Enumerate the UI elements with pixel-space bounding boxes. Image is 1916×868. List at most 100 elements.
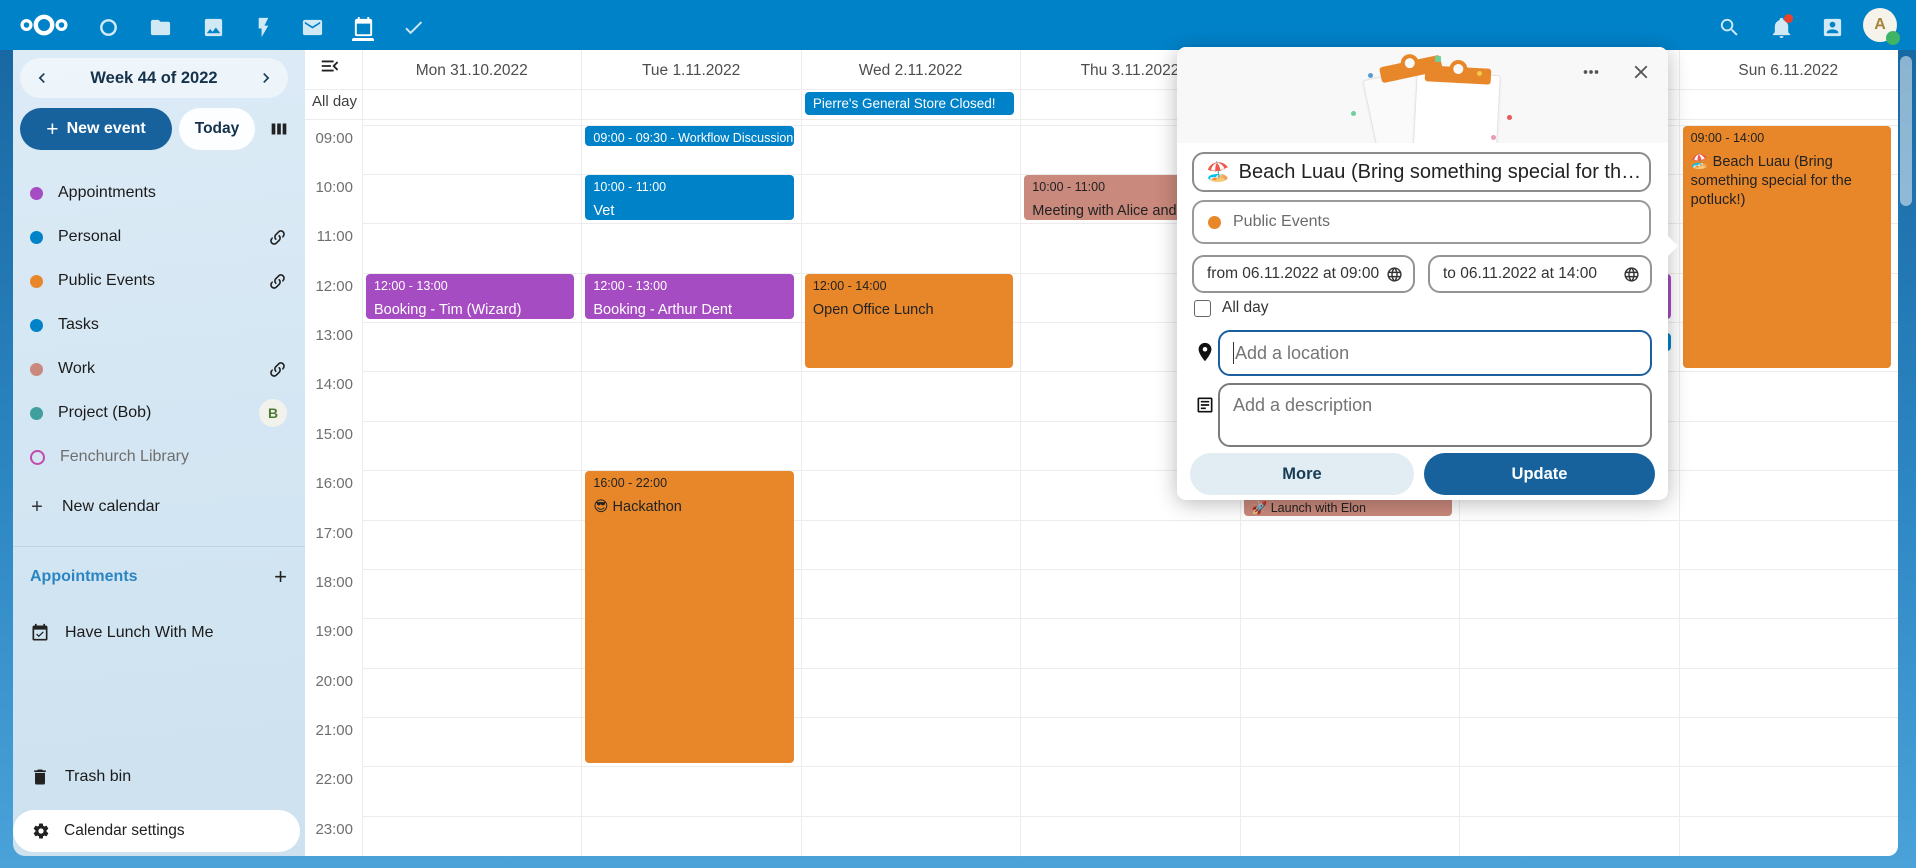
sidebar-calendar-item[interactable]: Tasks bbox=[13, 303, 305, 347]
event-time: 16:00 - 22:00 bbox=[585, 471, 793, 491]
timezone-globe-icon[interactable] bbox=[1623, 266, 1640, 283]
start-datetime-value: from 06.11.2022 at 09:00 bbox=[1207, 265, 1379, 283]
files-icon[interactable] bbox=[146, 13, 174, 41]
sidebar-calendar-item[interactable]: Fenchurch Library bbox=[13, 435, 305, 479]
more-options-icon[interactable] bbox=[1578, 59, 1604, 85]
calendar-icon[interactable] bbox=[349, 13, 377, 41]
location-placeholder: Add a location bbox=[1235, 343, 1349, 364]
calendar-color-dot bbox=[30, 231, 43, 244]
event-title-input[interactable]: 🏖️ Beach Luau (Bring something special f… bbox=[1192, 152, 1651, 192]
event-popup: 🏖️ Beach Luau (Bring something special f… bbox=[1177, 47, 1668, 500]
gear-icon bbox=[32, 822, 50, 840]
calendar-color-dot bbox=[30, 363, 43, 376]
event-title: 😎 Hackathon bbox=[585, 491, 793, 517]
search-icon[interactable] bbox=[1715, 13, 1743, 41]
topbar: A bbox=[0, 0, 1916, 50]
hour-label: 19:00 bbox=[305, 623, 353, 640]
calendar-select-value: Public Events bbox=[1233, 213, 1330, 231]
calendar-color-dot bbox=[30, 275, 43, 288]
previous-week-button[interactable] bbox=[26, 62, 58, 94]
timezone-globe-icon[interactable] bbox=[1386, 266, 1403, 283]
location-input[interactable]: Add a location bbox=[1218, 330, 1652, 376]
activity-icon[interactable] bbox=[249, 13, 277, 41]
new-calendar-button[interactable]: + New calendar bbox=[13, 485, 305, 529]
event-time: 12:00 - 13:00 bbox=[366, 274, 574, 294]
event-time: 12:00 - 13:00 bbox=[585, 274, 793, 294]
column-border bbox=[581, 50, 582, 856]
calendar-event[interactable]: 16:00 - 22:00😎 Hackathon bbox=[585, 471, 793, 763]
dashboard-icon[interactable] bbox=[94, 13, 122, 41]
hour-label: 14:00 bbox=[305, 376, 353, 393]
new-calendar-label: New calendar bbox=[62, 498, 160, 516]
end-datetime-field[interactable]: to 06.11.2022 at 14:00 bbox=[1428, 255, 1652, 293]
start-datetime-field[interactable]: from 06.11.2022 at 09:00 bbox=[1192, 255, 1415, 293]
calendar-color-ring bbox=[30, 450, 45, 465]
calendar-event[interactable]: 12:00 - 13:00Booking - Tim (Wizard) bbox=[366, 274, 574, 319]
appointment-item[interactable]: Have Lunch With Me bbox=[13, 611, 305, 655]
tasks-icon[interactable] bbox=[399, 13, 427, 41]
next-week-button[interactable] bbox=[250, 62, 282, 94]
event-title: Booking - Arthur Dent bbox=[585, 294, 793, 319]
column-border bbox=[1679, 50, 1680, 856]
sidebar-calendar-item[interactable]: Personal bbox=[13, 215, 305, 259]
description-input[interactable]: Add a description bbox=[1218, 383, 1652, 447]
calendar-name: Appointments bbox=[58, 184, 156, 202]
view-columns-icon[interactable] bbox=[266, 116, 292, 142]
calendar-name: Public Events bbox=[58, 272, 155, 290]
contacts-icon[interactable] bbox=[1818, 13, 1846, 41]
hour-line bbox=[362, 766, 1898, 767]
hour-label: 12:00 bbox=[305, 278, 353, 295]
avatar[interactable]: A bbox=[1863, 8, 1897, 42]
calendar-settings-button[interactable]: Calendar settings bbox=[13, 810, 300, 852]
event-time: 10:00 - 11:00 bbox=[585, 175, 793, 195]
column-border bbox=[362, 50, 363, 856]
beach-emoji: 🏖️ bbox=[1206, 160, 1230, 184]
hour-label: 22:00 bbox=[305, 771, 353, 788]
week-label: Week 44 of 2022 bbox=[90, 69, 217, 88]
day-header: Sun 6.11.2022 bbox=[1679, 58, 1898, 84]
update-button-label: Update bbox=[1512, 465, 1568, 484]
sidebar-calendar-item[interactable]: Appointments bbox=[13, 171, 305, 215]
avatar-letter: A bbox=[1874, 16, 1886, 34]
update-button[interactable]: Update bbox=[1424, 453, 1655, 495]
photos-icon[interactable] bbox=[199, 13, 227, 41]
share-link-icon[interactable] bbox=[268, 228, 287, 247]
allday-checkbox[interactable] bbox=[1194, 300, 1211, 317]
share-link-icon[interactable] bbox=[268, 272, 287, 291]
event-title-text: Beach Luau (Bring something special for … bbox=[1239, 161, 1641, 184]
trash-bin-button[interactable]: Trash bin bbox=[13, 755, 305, 799]
column-border bbox=[801, 50, 802, 856]
calendar-event[interactable]: 12:00 - 14:00Open Office Lunch bbox=[805, 274, 1013, 369]
add-appointment-button[interactable]: + bbox=[274, 566, 287, 588]
more-button[interactable]: More bbox=[1190, 453, 1414, 495]
end-datetime-value: to 06.11.2022 at 14:00 bbox=[1443, 265, 1597, 283]
settings-label: Calendar settings bbox=[64, 822, 185, 840]
hour-label: 20:00 bbox=[305, 673, 353, 690]
allday-checkbox-row[interactable]: All day bbox=[1194, 299, 1269, 317]
nextcloud-logo[interactable] bbox=[16, 6, 72, 44]
collapse-sidebar-icon[interactable] bbox=[319, 55, 343, 79]
vertical-scrollbar[interactable] bbox=[1900, 56, 1912, 206]
today-button[interactable]: Today bbox=[179, 108, 255, 150]
new-event-label: New event bbox=[67, 120, 146, 138]
week-switcher: Week 44 of 2022 bbox=[20, 58, 288, 98]
share-link-icon[interactable] bbox=[268, 360, 287, 379]
notifications-icon[interactable] bbox=[1767, 13, 1795, 41]
calendar-event[interactable]: 12:00 - 13:00Booking - Arthur Dent bbox=[585, 274, 793, 319]
allday-event[interactable]: Pierre's General Store Closed! bbox=[805, 92, 1014, 115]
calendar-select[interactable]: Public Events bbox=[1192, 200, 1651, 244]
plus-icon: + bbox=[46, 119, 58, 140]
trash-label: Trash bin bbox=[65, 768, 131, 786]
close-icon[interactable] bbox=[1628, 59, 1654, 85]
calendar-event[interactable]: 09:00 - 09:30 - Workflow Discussion bbox=[585, 126, 793, 147]
calendar-event[interactable]: 09:00 - 14:00🏖️ Beach Luau (Bring someth… bbox=[1683, 126, 1891, 369]
new-event-button[interactable]: + New event bbox=[20, 108, 172, 150]
sidebar-calendar-item[interactable]: Work bbox=[13, 347, 305, 391]
plus-icon: + bbox=[27, 496, 47, 519]
sidebar-calendar-item[interactable]: Project (Bob)B bbox=[13, 391, 305, 435]
calendar-event[interactable]: 10:00 - 11:00Vet bbox=[585, 175, 793, 220]
divider bbox=[13, 546, 305, 547]
sidebar-calendar-item[interactable]: Public Events bbox=[13, 259, 305, 303]
mail-icon[interactable] bbox=[298, 13, 326, 41]
calendar-color-dot bbox=[30, 319, 43, 332]
